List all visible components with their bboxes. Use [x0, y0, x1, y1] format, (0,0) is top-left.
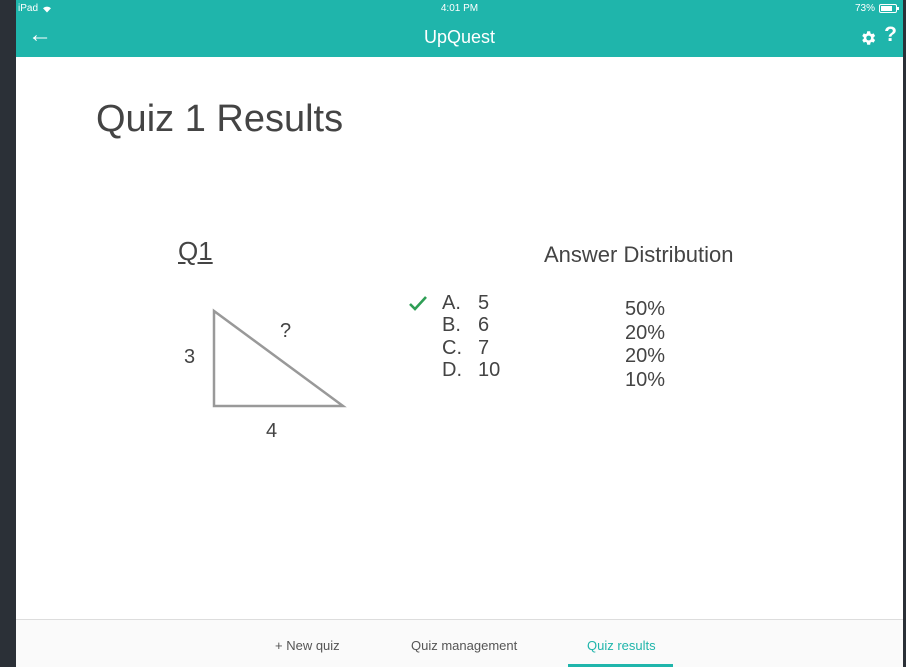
distribution-percent-b: 20%	[625, 321, 666, 344]
answer-option-d: D. 10	[408, 359, 501, 383]
side-label: 3	[184, 346, 196, 368]
app-bar: ← UpQuest ?	[16, 18, 903, 57]
app-title: UpQuest	[423, 27, 496, 47]
app-frame: iPad 4:01 PM 73% ← UpQuest ? Quiz 1 Resu…	[16, 0, 903, 667]
answer-letter: D.	[442, 359, 462, 382]
answer-option-a: A. 5	[408, 292, 500, 315]
answer-value: 10	[478, 359, 501, 382]
answer-letter: B.	[442, 314, 461, 337]
distribution-percent-d: 10%	[625, 368, 666, 391]
tab-quiz-management[interactable]: Quiz management	[411, 638, 517, 653]
distribution-percent-c: 20%	[625, 345, 666, 367]
answer-option-c: C. 7	[408, 337, 500, 360]
bottom-nav: + New quiz Quiz management Quiz results	[16, 619, 903, 667]
gear-icon[interactable]	[859, 29, 877, 47]
answer-value: 5	[478, 291, 490, 314]
answer-letter: C.	[442, 336, 462, 359]
distribution-title: Answer Distribution	[544, 242, 734, 267]
answer-value: 6	[478, 314, 490, 337]
status-time: 4:01 PM	[440, 3, 479, 14]
battery-percent: 73%	[854, 3, 875, 14]
answer-value: 7	[478, 336, 490, 359]
tab-quiz-results[interactable]: Quiz results	[587, 638, 656, 653]
status-bar: iPad 4:01 PM 73%	[16, 0, 903, 18]
page-title: Quiz 1 Results	[96, 98, 344, 140]
answer-options: A. 5 B. 6 C. 7 D. 10	[408, 292, 500, 382]
distribution-percent-a: 50%	[625, 298, 666, 320]
tab-new-quiz[interactable]: + New quiz	[275, 638, 340, 653]
distribution-values: 50% 20% 20% 10%	[625, 298, 665, 392]
help-icon[interactable]: ?	[884, 23, 897, 47]
answer-option-b: B. 6	[408, 314, 500, 338]
checkmark-icon	[409, 296, 427, 312]
battery-icon	[879, 4, 899, 13]
hypotenuse-label: ?	[280, 320, 292, 342]
answer-letter: A.	[442, 291, 461, 314]
base-label: 4	[266, 420, 278, 442]
question-label: Q1	[178, 236, 213, 266]
